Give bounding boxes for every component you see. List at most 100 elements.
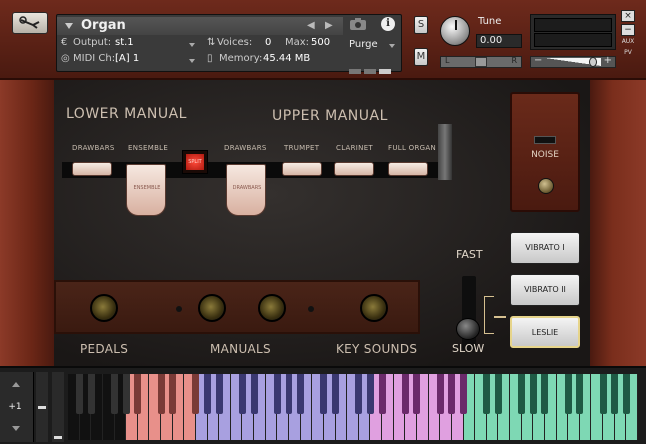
minimize-icon[interactable]: − <box>621 24 635 36</box>
wood-side-right <box>590 80 646 366</box>
black-key[interactable] <box>320 374 328 414</box>
tune-value[interactable]: 0.00 <box>476 34 522 48</box>
camera-icon[interactable] <box>349 17 367 31</box>
black-key[interactable] <box>273 374 281 414</box>
organ-panel: LOWER MANUAL UPPER MANUAL DRAWBARS ENSEM… <box>0 80 646 366</box>
output-value[interactable]: st.1 <box>115 37 134 48</box>
black-key[interactable] <box>460 374 467 414</box>
full-organ-tab[interactable] <box>388 162 428 176</box>
key-sounds-label: KEY SOUNDS <box>336 342 418 356</box>
black-key[interactable] <box>157 374 165 414</box>
black-key[interactable] <box>576 374 584 414</box>
max-label: Max: <box>285 37 310 48</box>
black-key[interactable] <box>518 374 526 414</box>
black-key[interactable] <box>250 374 258 414</box>
level-meter <box>530 14 616 50</box>
voices-icon: ⇅ <box>207 37 216 48</box>
octave-down-icon[interactable] <box>12 426 20 431</box>
speed-lever[interactable] <box>456 318 480 340</box>
black-key[interactable] <box>611 374 619 414</box>
noise-switch[interactable] <box>534 136 556 144</box>
trumpet-tab[interactable] <box>282 162 322 176</box>
lower-drawbars-tab[interactable] <box>72 162 112 176</box>
next-instrument-icon[interactable]: ▶ <box>325 20 333 31</box>
voices-label: Voices: <box>217 37 253 48</box>
instrument-info-panel: Organ ◀ ▶ i € Output: st.1 ⇅ Voices: 0 M… <box>56 14 402 74</box>
lever-bracket <box>484 296 494 334</box>
collapse-arrow-icon[interactable] <box>65 23 73 29</box>
trumpet-label: TRUMPET <box>284 144 320 152</box>
black-key[interactable] <box>622 374 630 414</box>
volume-minus-icon[interactable]: − <box>534 55 542 66</box>
pv-button[interactable]: PV <box>621 49 635 56</box>
black-key[interactable] <box>366 374 374 414</box>
octave-up-icon[interactable] <box>12 382 20 387</box>
lower-drawbars-label: DRAWBARS <box>72 144 115 152</box>
black-key[interactable] <box>87 374 95 414</box>
manuals-knob-2[interactable] <box>258 294 286 322</box>
memory-icon: ▯ <box>207 53 213 64</box>
upper-drawbar[interactable]: DRAWBARS <box>226 164 266 216</box>
clarinet-tab[interactable] <box>334 162 374 176</box>
midi-channel-value[interactable]: [A] 1 <box>115 53 139 64</box>
wrench-button[interactable] <box>12 12 48 34</box>
pan-handle[interactable] <box>475 57 487 67</box>
vibrato-1-button[interactable]: VIBRATO I <box>510 232 580 264</box>
close-icon[interactable]: × <box>621 10 635 22</box>
volume-plus-icon[interactable]: + <box>604 55 612 66</box>
tune-knob[interactable] <box>440 16 470 46</box>
vibrato-2-button[interactable]: VIBRATO II <box>510 274 580 306</box>
volume-slider[interactable]: − + <box>530 55 616 68</box>
black-key[interactable] <box>122 374 130 414</box>
split-button[interactable]: SPLIT <box>182 150 208 174</box>
black-key[interactable] <box>436 374 444 414</box>
black-key[interactable] <box>111 374 118 414</box>
leslie-button[interactable]: LESLIE <box>510 316 580 348</box>
output-dropdown-icon[interactable] <box>189 43 195 47</box>
black-key[interactable] <box>285 374 293 414</box>
prev-instrument-icon[interactable]: ◀ <box>307 20 315 31</box>
purge-button[interactable]: Purge <box>349 39 378 50</box>
ensemble-drawbar[interactable]: ENSEMBLE <box>126 164 166 216</box>
purge-dropdown-icon[interactable] <box>389 44 395 48</box>
meter-left <box>534 18 612 32</box>
black-key[interactable] <box>76 374 84 414</box>
black-key[interactable] <box>355 374 363 414</box>
midi-dropdown-icon[interactable] <box>189 59 195 63</box>
black-key[interactable] <box>204 374 212 414</box>
piano-keyboard <box>68 374 638 440</box>
memory-label: Memory: <box>219 53 263 64</box>
black-key[interactable] <box>169 374 177 414</box>
black-key[interactable] <box>494 374 502 414</box>
black-key[interactable] <box>599 374 607 414</box>
black-key[interactable] <box>332 374 340 414</box>
max-voices-value[interactable]: 500 <box>311 37 330 48</box>
black-key[interactable] <box>215 374 223 414</box>
black-key[interactable] <box>564 374 572 414</box>
volume-handle[interactable] <box>589 57 597 67</box>
key-sounds-knob[interactable] <box>360 294 388 322</box>
black-key[interactable] <box>401 374 409 414</box>
voices-value: 0 <box>265 37 272 48</box>
pitch-bend-wheel[interactable] <box>36 372 48 442</box>
aux-button[interactable]: AUX <box>621 38 635 45</box>
black-key[interactable] <box>413 374 421 414</box>
black-key[interactable] <box>483 374 491 414</box>
output-icon: € <box>61 37 68 48</box>
black-key[interactable] <box>192 374 200 414</box>
black-key[interactable] <box>297 374 305 414</box>
black-key[interactable] <box>239 374 246 414</box>
black-key[interactable] <box>541 374 549 414</box>
mute-button[interactable]: M <box>414 48 428 66</box>
solo-button[interactable]: S <box>414 16 428 34</box>
noise-knob[interactable] <box>538 178 554 194</box>
pan-slider[interactable]: L R <box>440 56 522 68</box>
black-key[interactable] <box>529 374 537 414</box>
mod-wheel[interactable] <box>52 372 64 442</box>
black-key[interactable] <box>378 374 386 414</box>
info-icon[interactable]: i <box>381 17 395 31</box>
pedals-knob[interactable] <box>90 294 118 322</box>
black-key[interactable] <box>448 374 456 414</box>
black-key[interactable] <box>134 374 142 414</box>
manuals-knob-1[interactable] <box>198 294 226 322</box>
